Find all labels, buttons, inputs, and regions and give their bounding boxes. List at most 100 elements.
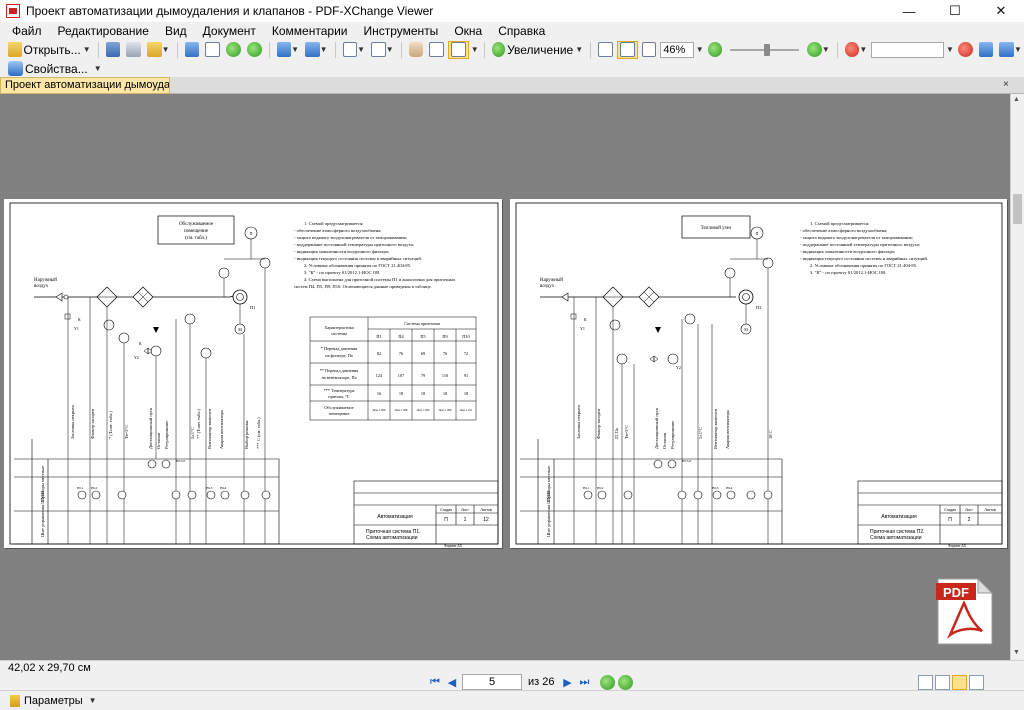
svg-text:HL1: HL1 xyxy=(583,486,590,490)
svg-text:1. Схемой предусматривается:: 1. Схемой предусматривается: xyxy=(304,221,363,226)
last-page-icon[interactable]: ⏭ xyxy=(577,675,591,689)
menu-file[interactable]: Файл xyxy=(4,22,50,40)
snapshot-button[interactable] xyxy=(448,40,469,59)
first-page-icon[interactable]: ⏮ xyxy=(428,675,442,689)
menu-edit[interactable]: Редактирование xyxy=(50,22,157,40)
print-button[interactable] xyxy=(124,41,143,59)
params-label[interactable]: Параметры xyxy=(24,695,83,707)
properties-button[interactable]: Свойства... xyxy=(6,60,92,78)
tab-close-icon[interactable]: × xyxy=(1003,79,1009,90)
zoom-tool-button[interactable]: Увеличение ▼ xyxy=(490,41,585,59)
svg-text:Формат А3: Формат А3 xyxy=(444,544,462,548)
nav-forward-icon[interactable] xyxy=(618,674,634,690)
svg-text:107: 107 xyxy=(398,373,405,378)
svg-text:HL4: HL4 xyxy=(220,486,227,490)
find-button[interactable] xyxy=(956,41,975,59)
open-button[interactable]: Открыть... ▼ xyxy=(6,41,93,59)
chevron-down-icon: ▼ xyxy=(319,45,328,54)
svg-text:Листов: Листов xyxy=(480,508,492,512)
hand-tool-button[interactable] xyxy=(407,41,426,59)
svg-text:- обеспечение атмосферного воз: - обеспечение атмосферного воздухообмена… xyxy=(294,228,381,233)
fit-page-button[interactable] xyxy=(616,40,638,59)
main-toolbar: Открыть... ▼ ▼ ▼ ▼ ▼ ▼ ▼ Увеличение ▼ 46… xyxy=(0,39,1024,60)
zoom-out-icon xyxy=(707,42,723,57)
current-page-field[interactable]: 5 xyxy=(462,674,522,690)
svg-text:Вентилятор включен: Вентилятор включен xyxy=(713,408,718,449)
svg-text:помещение: помещение xyxy=(329,411,350,416)
pdf-tools-button[interactable]: ▼ xyxy=(843,41,870,59)
chevron-down-icon[interactable]: ▼ xyxy=(471,45,479,54)
zoom-slider-thumb[interactable] xyxy=(764,43,771,56)
next-page-icon[interactable]: ▶ xyxy=(560,675,574,689)
scan-icon xyxy=(147,42,162,57)
facing-view-icon[interactable] xyxy=(952,675,967,690)
menu-help[interactable]: Справка xyxy=(490,22,553,40)
chevron-down-icon[interactable]: ▼ xyxy=(94,64,102,73)
ocr-button[interactable] xyxy=(203,41,222,59)
chevron-down-icon[interactable]: ▼ xyxy=(89,696,97,705)
pages-button[interactable]: ▼ xyxy=(369,41,396,59)
svg-text:Шит управления ШУП2: Шит управления ШУП2 xyxy=(546,491,551,538)
svg-text:Обслуживаемое: Обслуживаемое xyxy=(324,405,353,410)
zoom-level-field[interactable]: 46% xyxy=(660,41,694,58)
zoom-in-icon xyxy=(807,42,822,57)
save-icon xyxy=(105,42,121,57)
scroll-down-icon[interactable]: ▼ xyxy=(1013,649,1020,656)
scroll-up-icon[interactable]: ▲ xyxy=(1013,96,1020,103)
single-page-view-icon[interactable] xyxy=(918,675,933,690)
email-button[interactable] xyxy=(183,41,202,59)
document-viewer[interactable]: Обслуживаемое помещение (см. табл.) П На… xyxy=(0,94,1010,660)
chevron-down-icon[interactable]: ▼ xyxy=(696,45,704,54)
toolbar-separator xyxy=(590,41,592,58)
stamp-button[interactable] xyxy=(977,41,996,59)
svg-text:2: 2 xyxy=(968,517,971,523)
search-input[interactable] xyxy=(871,41,945,58)
continuous-view-icon[interactable] xyxy=(935,675,950,690)
svg-text:Пом. 1.011: Пом. 1.011 xyxy=(460,409,473,412)
chevron-down-icon[interactable]: ▼ xyxy=(946,45,954,54)
menu-view[interactable]: Вид xyxy=(157,22,195,40)
svg-text:Лист: Лист xyxy=(965,508,973,512)
comment-tools-button[interactable]: ▼ xyxy=(997,41,1024,59)
svg-text:Y2: Y2 xyxy=(134,355,139,360)
redo-button[interactable]: ▼ xyxy=(303,41,330,59)
fit-width-button[interactable] xyxy=(640,41,659,59)
find-icon xyxy=(957,42,973,57)
menu-tools[interactable]: Инструменты xyxy=(355,22,446,40)
svg-text:К: К xyxy=(139,341,142,346)
svg-text:72: 72 xyxy=(464,351,468,356)
svg-text:Y1: Y1 xyxy=(74,326,79,331)
scan-button[interactable]: ▼ xyxy=(145,41,172,59)
zoom-slider[interactable] xyxy=(730,43,800,56)
actual-size-button[interactable] xyxy=(596,41,615,59)
svg-text:HL5,6: HL5,6 xyxy=(176,459,185,464)
document-tab[interactable]: Проект автоматизации дымоудаления и кл..… xyxy=(0,77,170,94)
continuous-facing-view-icon[interactable] xyxy=(969,675,984,690)
close-button[interactable]: ✕ xyxy=(978,0,1024,22)
zoom-in-button[interactable]: ▼ xyxy=(805,41,832,59)
title-bar: Проект автоматизации дымоудаления и клап… xyxy=(0,0,1024,22)
forward-button[interactable] xyxy=(245,41,264,59)
save-button[interactable] xyxy=(104,41,123,59)
select-text-button[interactable] xyxy=(427,41,446,59)
prev-page-icon[interactable]: ◀ xyxy=(445,675,459,689)
menu-document[interactable]: Документ xyxy=(195,22,264,40)
zoom-out-button[interactable] xyxy=(706,41,725,59)
rotate-button[interactable]: ▼ xyxy=(341,41,368,59)
maximize-button[interactable]: ☐ xyxy=(932,0,978,22)
scrollbar-thumb[interactable] xyxy=(1013,194,1022,224)
vertical-scrollbar[interactable]: ▲ ▼ xyxy=(1010,94,1024,660)
undo-button[interactable]: ▼ xyxy=(275,41,302,59)
svg-text:** (Т.пот. табл.): ** (Т.пот. табл.) xyxy=(196,408,201,439)
menu-windows[interactable]: Окна xyxy=(446,22,490,40)
back-button[interactable] xyxy=(224,41,243,59)
comment-icon xyxy=(999,42,1015,57)
menu-comments[interactable]: Комментарии xyxy=(264,22,356,40)
nav-back-icon[interactable] xyxy=(600,674,616,690)
svg-text:Y2: Y2 xyxy=(676,365,681,370)
room-box-label-1: Обслуживаемое xyxy=(179,222,214,227)
schematic-right: Тепловой узел П Наружный воздух П2 М К Y… xyxy=(515,202,1003,548)
room-box-label-2: помещение xyxy=(184,229,209,234)
menu-bar: Файл Редактирование Вид Документ Коммент… xyxy=(0,22,1024,40)
minimize-button[interactable]: — xyxy=(886,0,932,22)
